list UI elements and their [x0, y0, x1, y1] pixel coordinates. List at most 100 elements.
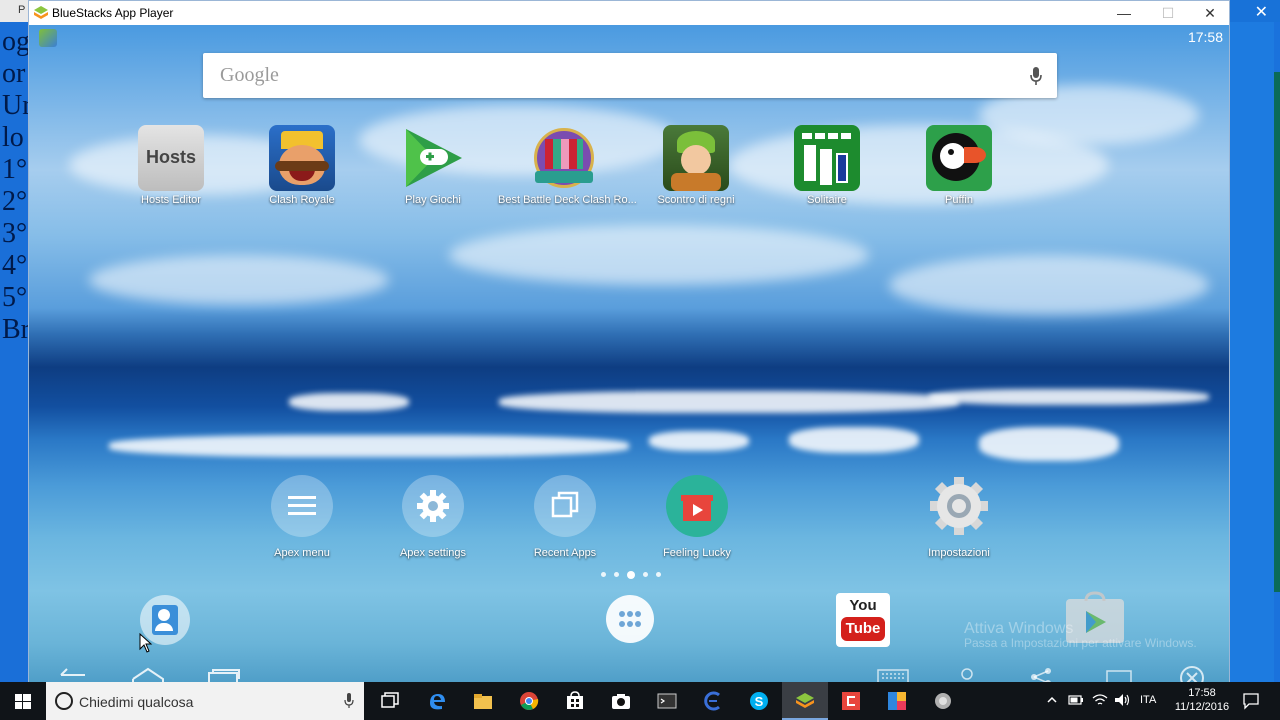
youtube-icon[interactable]: You Tube [836, 593, 890, 647]
back-icon[interactable] [57, 667, 89, 683]
keyboard-icon[interactable] [877, 669, 909, 683]
background-window-accent-strip [1274, 72, 1280, 592]
youtube-icon-text-top: You [849, 597, 877, 614]
page-dot-active[interactable] [627, 570, 635, 579]
maximize-button[interactable]: ☐ [1146, 1, 1190, 25]
svg-text:S: S [755, 694, 764, 709]
shortcut-label: Recent Apps [533, 547, 597, 559]
app-play-games[interactable]: Play Giochi [367, 125, 499, 206]
bluestacks-logo-icon [34, 6, 48, 19]
location-icon[interactable] [959, 667, 975, 683]
task-view-icon[interactable] [367, 682, 413, 720]
background-window-close-icon[interactable]: ✕ [1255, 2, 1268, 22]
page-indicator [597, 566, 667, 579]
shortcut-impostazioni[interactable]: Impostazioni [904, 475, 1014, 559]
menu-icon [271, 475, 333, 537]
background-document-window[interactable]: P og or Ur lo 1° 2° 3° 4° 5° Br [0, 0, 32, 682]
scontro-di-regni-icon [663, 125, 729, 191]
shortcut-feeling-lucky[interactable]: Feeling Lucky [642, 475, 752, 559]
skype-icon[interactable]: S [736, 682, 782, 720]
clock[interactable]: 17:58 11/12/2016 [1172, 686, 1232, 714]
page-dot[interactable] [614, 572, 619, 578]
android-home-screen[interactable]: 17:58 Google Hosts Hosts Editor Clash Ro… [29, 25, 1229, 683]
shortcut-label: Impostazioni [928, 547, 990, 559]
shortcut-label: Apex menu [274, 547, 330, 559]
cortana-placeholder: Chiedimi qualcosa [79, 694, 194, 710]
close-app-icon[interactable] [1179, 665, 1205, 683]
watermark-title: Attiva Windows [964, 620, 1074, 637]
hosts-editor-icon: Hosts [138, 125, 204, 191]
windows-taskbar: Chiedimi qualcosa S ITA 17:58 11/12/2016 [0, 682, 1280, 720]
puffin-icon [926, 125, 992, 191]
clock-time: 17:58 [1188, 687, 1216, 699]
app-clash-royale[interactable]: Clash Royale [236, 125, 368, 206]
eclipse-icon[interactable] [690, 682, 736, 720]
wave [289, 393, 409, 411]
app-drawer-icon[interactable] [606, 595, 654, 643]
home-icon[interactable] [131, 667, 165, 683]
background-window-right[interactable]: ✕ [1228, 0, 1280, 682]
wifi-icon[interactable] [1092, 693, 1108, 707]
search-placeholder: Google [220, 64, 279, 86]
chrome-icon[interactable] [506, 682, 552, 720]
language-indicator[interactable]: ITA [1140, 694, 1156, 706]
page-dot[interactable] [656, 572, 661, 578]
battery-icon[interactable] [1068, 694, 1084, 706]
page-dot[interactable] [643, 572, 648, 578]
mouse-cursor-icon [139, 633, 153, 653]
app-scontro-di-regni[interactable]: Scontro di regni [630, 125, 762, 206]
hosts-editor-icon-text: Hosts [145, 147, 196, 167]
shortcut-recent-apps[interactable]: Recent Apps [510, 475, 620, 559]
window-title: BlueStacks App Player [52, 6, 174, 20]
windows-activation-watermark: Attiva Windows Passa a Impostazioni per … [964, 621, 1197, 651]
camera-icon[interactable] [598, 682, 644, 720]
store-icon[interactable] [552, 682, 598, 720]
window-titlebar[interactable]: BlueStacks App Player — ☐ ✕ [29, 1, 1229, 25]
settings-gear-icon [928, 475, 990, 537]
recents-icon[interactable] [207, 669, 241, 683]
app-hosts-editor[interactable]: Hosts Hosts Editor [105, 125, 237, 206]
wave [929, 389, 1209, 405]
cortana-mic-icon[interactable] [344, 693, 354, 709]
shortcut-apex-menu[interactable]: Apex menu [247, 475, 357, 559]
minimize-button[interactable]: — [1102, 1, 1146, 25]
tray-expand-icon[interactable] [1046, 694, 1058, 706]
gift-icon [666, 475, 728, 537]
app-puffin[interactable]: Puffin [893, 125, 1025, 206]
background-window-content [1228, 22, 1274, 682]
app-solitaire[interactable]: Solitaire [761, 125, 893, 206]
cortana-search-box[interactable]: Chiedimi qualcosa [46, 682, 364, 720]
edge-icon[interactable] [414, 682, 460, 720]
photo-app-icon[interactable] [874, 682, 920, 720]
app-best-battle-deck[interactable]: Best Battle Deck Clash Ro... [498, 125, 637, 206]
bluestacks-icon[interactable] [782, 682, 828, 720]
red-app-icon[interactable] [828, 682, 874, 720]
share-icon[interactable] [1029, 667, 1053, 683]
system-tray: ITA 17:58 11/12/2016 [1040, 682, 1280, 720]
page-dot[interactable] [601, 572, 606, 578]
wave [649, 431, 749, 451]
shortcut-apex-settings[interactable]: Apex settings [378, 475, 488, 559]
screen-rotate-icon[interactable] [1105, 667, 1133, 683]
background-document-titlebar: P [0, 0, 30, 22]
battle-deck-icon [531, 125, 597, 191]
action-center-icon[interactable] [1242, 692, 1260, 710]
audio-app-icon[interactable] [920, 682, 966, 720]
wave [109, 435, 629, 457]
cloud [89, 255, 389, 305]
cloud [889, 255, 1209, 315]
file-explorer-icon[interactable] [460, 682, 506, 720]
bluestacks-home-icon[interactable] [39, 29, 57, 47]
desktop: P og or Ur lo 1° 2° 3° 4° 5° Br ✕ BlueStacks App … [0, 0, 1280, 720]
mic-icon[interactable] [1029, 66, 1043, 86]
clash-royale-icon [269, 125, 335, 191]
google-search-bar[interactable]: Google [203, 53, 1057, 98]
start-button[interactable] [0, 682, 46, 720]
app-label: Play Giochi [405, 194, 461, 206]
close-button[interactable]: ✕ [1188, 1, 1232, 25]
cortana-icon [55, 692, 73, 710]
terminal-icon[interactable] [644, 682, 690, 720]
app-label: Hosts Editor [141, 194, 201, 206]
volume-icon[interactable] [1114, 693, 1130, 707]
wave [499, 391, 959, 413]
